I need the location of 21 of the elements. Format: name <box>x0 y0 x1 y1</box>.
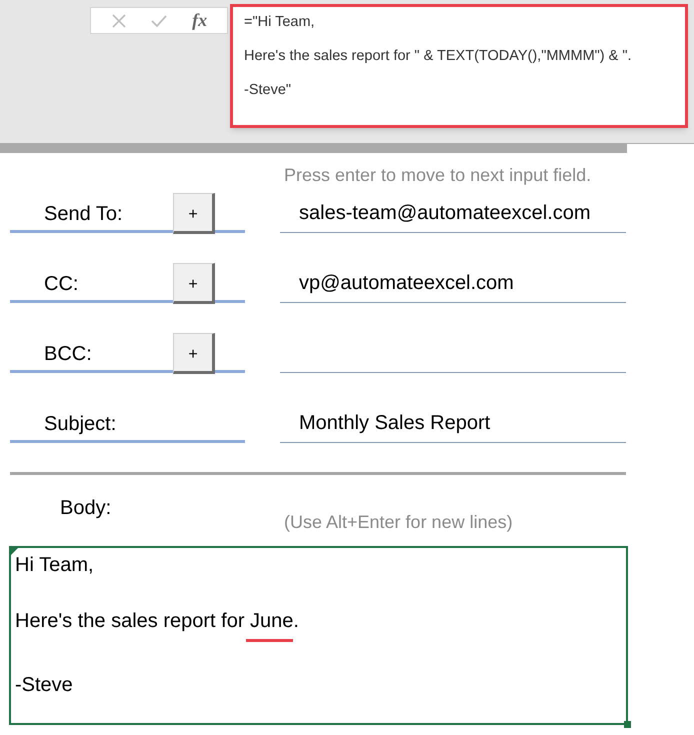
formula-field[interactable]: ="Hi Team, Here's the sales report for " & TEXT(TODAY(),"MMMM") & ". -Steve" <box>230 4 688 128</box>
input-field[interactable]: sales-team@automateexcel.com <box>280 191 626 233</box>
hint-text: (Use Alt+Enter for new lines) <box>284 511 513 534</box>
body-text-line: Here's the sales report for June. <box>15 608 299 642</box>
field-label: BCC: <box>44 342 92 367</box>
add-button[interactable]: + <box>173 193 215 234</box>
hint-text: Press enter to move to next input field. <box>284 164 592 187</box>
add-button[interactable]: + <box>173 333 215 374</box>
body-text-line: Hi Team, <box>15 553 94 578</box>
function-icon[interactable]: fx <box>192 7 208 34</box>
field-label: CC: <box>44 272 78 297</box>
fill-handle[interactable] <box>624 721 631 728</box>
body-cell[interactable]: Hi Team, Here's the sales report for June. -Steve <box>9 546 628 725</box>
add-button[interactable]: + <box>173 263 215 304</box>
body-text-line: -Steve <box>15 673 73 698</box>
field-label: Subject: <box>44 412 116 437</box>
comment-indicator-icon <box>11 548 18 555</box>
body-label: Body: <box>60 496 112 521</box>
input-field[interactable]: Monthly Sales Report <box>280 401 626 443</box>
input-field[interactable]: vp@automateexcel.com <box>280 261 626 303</box>
field-label: Send To: <box>44 202 123 227</box>
